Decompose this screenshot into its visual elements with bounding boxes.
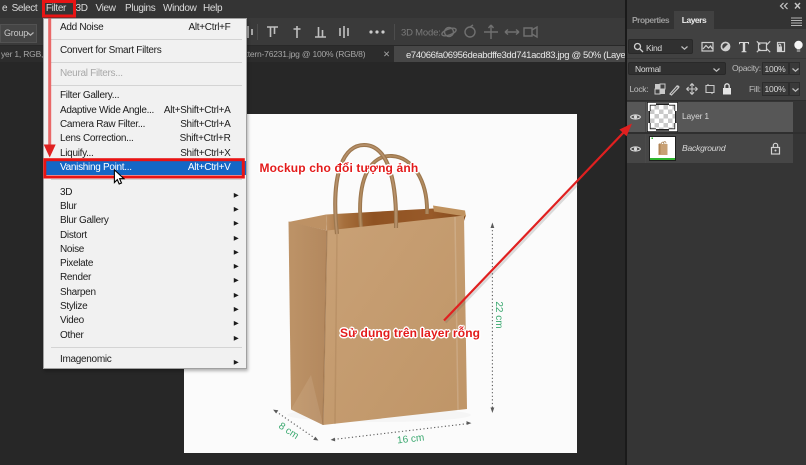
svg-text:16 cm: 16 cm [397, 432, 425, 446]
svg-text:3D Mode:: 3D Mode: [401, 28, 441, 39]
svg-text:22 cm: 22 cm [493, 301, 504, 328]
svg-text:8 cm: 8 cm [276, 421, 300, 442]
